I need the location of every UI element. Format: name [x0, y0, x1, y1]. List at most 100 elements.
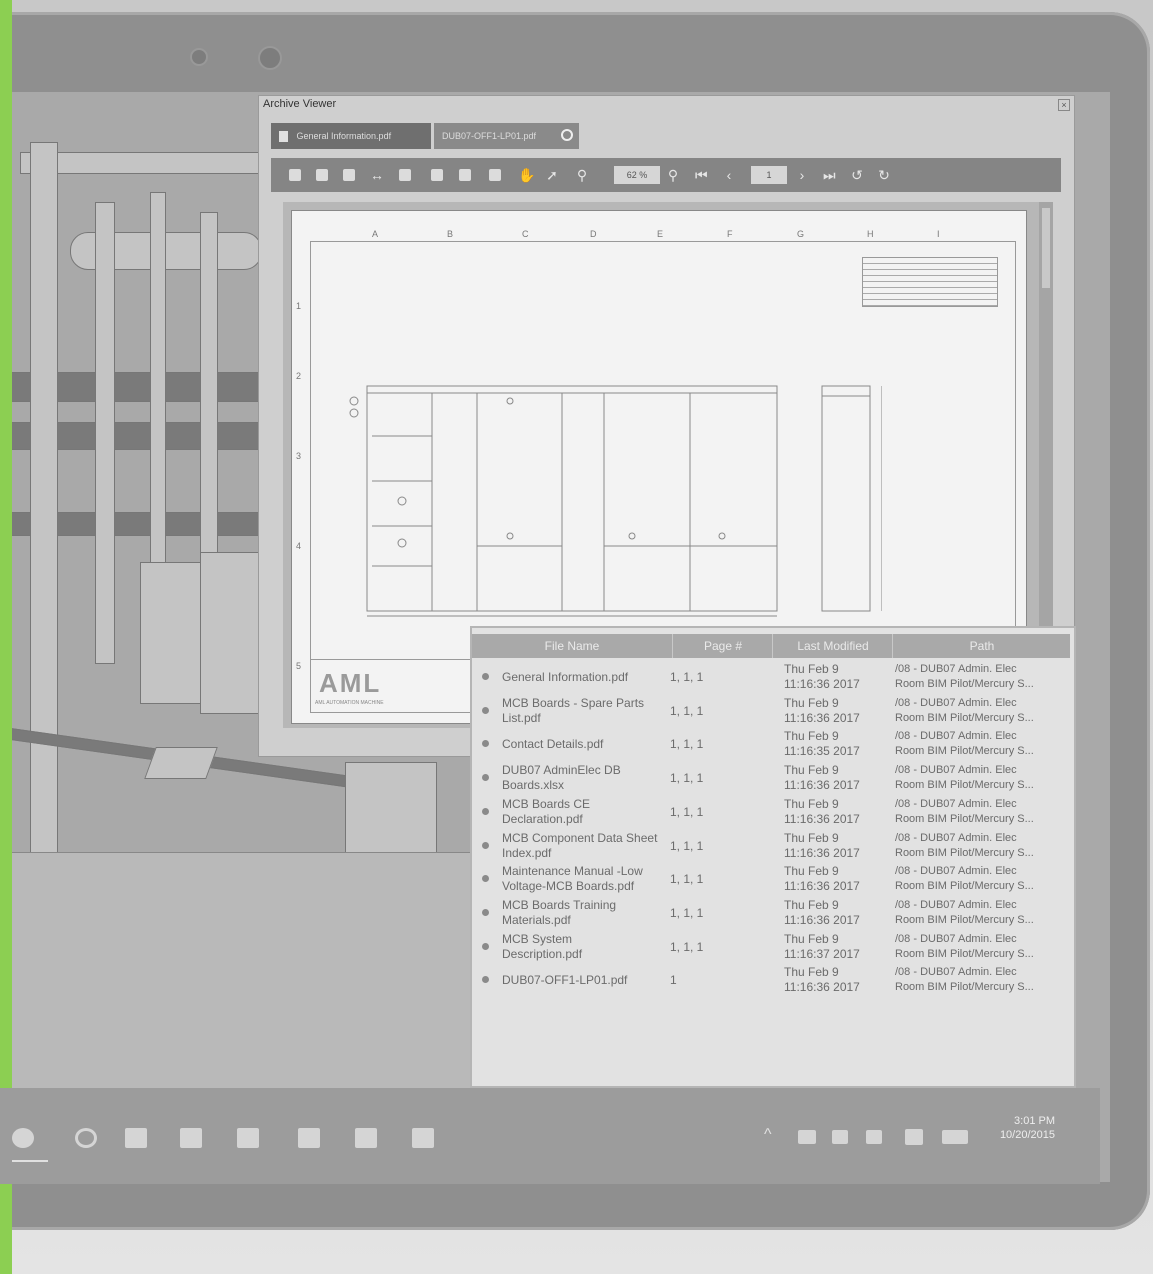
- path-line2: Room BIM Pilot/Mercury S...: [895, 678, 1034, 690]
- file-list-header: File Name Page # Last Modified Path: [472, 634, 1070, 658]
- tab-general-information[interactable]: General Information.pdf: [271, 123, 431, 149]
- active-indicator: [12, 1160, 48, 1162]
- previous-page-icon[interactable]: ‹: [723, 168, 735, 182]
- col-label: D: [590, 229, 597, 239]
- file-name: DUB07-OFF1-LP01.pdf: [502, 973, 628, 988]
- row-label: 3: [296, 451, 302, 461]
- modified-time: 11:16:36 2017: [784, 778, 860, 793]
- scrollbar-thumb[interactable]: [1042, 208, 1050, 288]
- rotate-right-icon[interactable]: ↻: [878, 168, 890, 182]
- col-label: G: [797, 229, 805, 239]
- continuous-icon[interactable]: [431, 169, 443, 181]
- window-close-button[interactable]: ×: [1058, 99, 1070, 111]
- col-label: E: [657, 229, 664, 239]
- row-label: 4: [296, 541, 302, 551]
- chrome-icon[interactable]: [12, 1128, 34, 1148]
- file-pages: 1: [670, 973, 677, 988]
- modified-time: 11:16:36 2017: [784, 879, 860, 894]
- modified-date: Thu Feb 9: [784, 830, 839, 845]
- zoom-out-icon[interactable]: ⚲: [667, 168, 679, 182]
- file-pages: 1, 1, 1: [670, 939, 704, 954]
- file-row[interactable]: MCB Boards - Spare Parts List.pdf 1, 1, …: [472, 694, 1070, 728]
- file-pages: 1, 1, 1: [670, 703, 704, 718]
- viewer-toolbar: ↔ ✋ ➚ ⚲ 62 % ⚲ ⏮ ‹ 1 › ⏭ ↺ ↻: [271, 158, 1061, 192]
- grid-view-icon[interactable]: [489, 169, 501, 181]
- clock-time: 3:01 PM: [1014, 1115, 1055, 1127]
- file-list-panel: File Name Page # Last Modified Path Gene…: [470, 626, 1076, 1088]
- action-center-icon[interactable]: [905, 1129, 923, 1145]
- path-line1: /08 - DUB07 Admin. Elec: [895, 898, 1017, 911]
- path-line1: /08 - DUB07 Admin. Elec: [895, 831, 1017, 844]
- sensor-icon: [258, 46, 282, 70]
- header-page-number[interactable]: Page #: [672, 634, 773, 658]
- zoom-level-input[interactable]: 62 %: [614, 166, 660, 184]
- fit-width-icon[interactable]: ↔: [370, 168, 384, 182]
- file-explorer-icon[interactable]: [125, 1128, 147, 1148]
- header-last-modified[interactable]: Last Modified: [772, 634, 893, 658]
- modified-time: 11:16:35 2017: [784, 744, 860, 759]
- single-page-icon[interactable]: [399, 169, 411, 181]
- col-label: A: [372, 229, 379, 239]
- switchboard-elevation: [349, 385, 882, 617]
- header-file-name[interactable]: File Name: [472, 634, 672, 658]
- file-row[interactable]: General Information.pdf 1, 1, 1 Thu Feb …: [472, 660, 1070, 694]
- people-icon[interactable]: [298, 1128, 320, 1148]
- wifi-icon[interactable]: [832, 1130, 848, 1144]
- row-label: 2: [296, 371, 302, 381]
- zoom-in-icon[interactable]: ⚲: [576, 168, 588, 182]
- path-line2: Room BIM Pilot/Mercury S...: [895, 745, 1034, 758]
- tab-label: DUB07-OFF1-LP01.pdf: [442, 131, 537, 141]
- file-bullet-icon: [482, 673, 489, 680]
- header-path[interactable]: Path: [892, 634, 1071, 658]
- close-tab-icon[interactable]: [561, 129, 573, 141]
- accent-bar: [0, 0, 12, 1274]
- system-clock[interactable]: 3:01 PM 10/20/2015: [975, 1114, 1055, 1142]
- select-arrow-icon[interactable]: ➚: [546, 168, 558, 182]
- modified-date: Thu Feb 9: [784, 931, 839, 946]
- volume-icon[interactable]: [866, 1130, 882, 1144]
- file-row[interactable]: MCB Component Data Sheet Index.pdf 1, 1,…: [472, 829, 1070, 863]
- last-page-icon[interactable]: ⏭: [823, 168, 836, 182]
- path-line1: /08 - DUB07 Admin. Elec: [895, 932, 1017, 945]
- modified-date: Thu Feb 9: [784, 729, 839, 744]
- first-page-icon[interactable]: ⏮: [695, 168, 708, 182]
- file-bullet-icon: [482, 908, 489, 916]
- file-row[interactable]: MCB System Description.pdf 1, 1, 1 Thu F…: [472, 930, 1070, 964]
- next-page-icon[interactable]: ›: [796, 168, 808, 182]
- edge-browser-icon[interactable]: [75, 1128, 97, 1148]
- path-line2: Room BIM Pilot/Mercury S...: [895, 981, 1034, 994]
- path-line1: /08 - DUB07 Admin. Elec: [895, 865, 1017, 878]
- file-pages: 1, 1, 1: [670, 670, 704, 684]
- excel-icon[interactable]: [412, 1128, 434, 1148]
- modified-date: Thu Feb 9: [784, 897, 839, 912]
- file-row[interactable]: MCB Boards Training Materials.pdf 1, 1, …: [472, 896, 1070, 930]
- fit-page-icon[interactable]: [343, 169, 355, 181]
- save-icon[interactable]: [289, 169, 301, 181]
- file-row[interactable]: Maintenance Manual -Low Voltage-MCB Boar…: [472, 862, 1070, 896]
- keyboard-icon[interactable]: [942, 1130, 968, 1144]
- two-page-icon[interactable]: [459, 169, 471, 181]
- col-label: H: [867, 229, 874, 239]
- print-icon[interactable]: [316, 169, 328, 181]
- path-line1: /08 - DUB07 Admin. Elec: [895, 696, 1017, 709]
- chevron-up-icon[interactable]: ^: [764, 1126, 772, 1144]
- file-row[interactable]: DUB07-OFF1-LP01.pdf 1 Thu Feb 9 11:16:36…: [472, 963, 1070, 997]
- path-line1: /08 - DUB07 Admin. Elec: [895, 764, 1017, 777]
- row-label: 5: [296, 661, 302, 671]
- file-row[interactable]: Contact Details.pdf 1, 1, 1 Thu Feb 9 11…: [472, 727, 1070, 761]
- mail-icon[interactable]: [237, 1128, 259, 1148]
- store-icon[interactable]: [180, 1128, 202, 1148]
- word-icon[interactable]: [355, 1128, 377, 1148]
- file-row[interactable]: MCB Boards CE Declaration.pdf 1, 1, 1 Th…: [472, 795, 1070, 829]
- modified-time: 11:16:36 2017: [784, 677, 860, 691]
- file-pages: 1, 1, 1: [670, 905, 704, 920]
- pan-hand-icon[interactable]: ✋: [518, 168, 535, 182]
- rotate-left-icon[interactable]: ↺: [851, 168, 863, 182]
- clock-date: 10/20/2015: [999, 1129, 1055, 1141]
- page-number-input[interactable]: 1: [751, 166, 787, 184]
- tablet-mode-icon[interactable]: [798, 1130, 816, 1144]
- aml-logo: AML: [319, 668, 382, 698]
- tab-dub07-off1-lp01[interactable]: DUB07-OFF1-LP01.pdf: [434, 123, 579, 149]
- col-label: B: [447, 229, 454, 239]
- file-row[interactable]: DUB07 AdminElec DB Boards.xlsx 1, 1, 1 T…: [472, 761, 1070, 795]
